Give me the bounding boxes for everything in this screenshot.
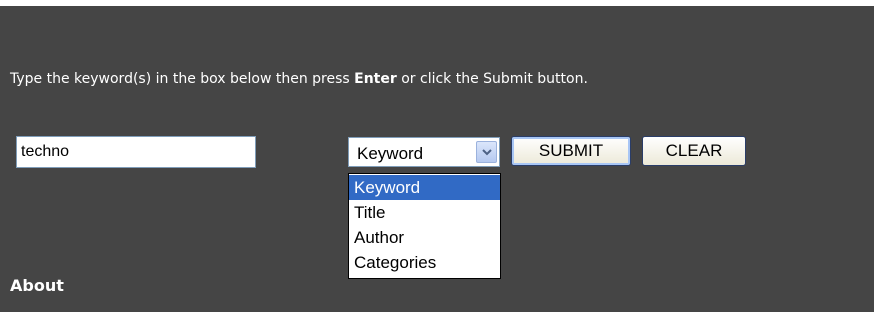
- dropdown-arrow-button[interactable]: [476, 141, 497, 163]
- instructions-text-end: or click the Submit button.: [396, 71, 588, 87]
- dropdown-option-title[interactable]: Title: [349, 200, 500, 225]
- search-input[interactable]: [16, 136, 256, 168]
- search-type-dropdown-list: Keyword Title Author Categories: [348, 173, 501, 279]
- clear-button[interactable]: CLEAR: [642, 136, 746, 166]
- search-type-select[interactable]: Keyword: [348, 137, 500, 167]
- instructions-enter-key: Enter: [354, 71, 397, 87]
- chevron-down-icon: [482, 149, 492, 156]
- dropdown-option-keyword[interactable]: Keyword: [349, 175, 500, 200]
- instructions-text-start: Type the keyword(s) in the box below the…: [10, 71, 355, 87]
- submit-button[interactable]: SUBMIT: [511, 136, 631, 166]
- dropdown-option-author[interactable]: Author: [349, 225, 500, 250]
- content-panel: Type the keyword(s) in the box below the…: [0, 6, 874, 312]
- search-type-selected-value: Keyword: [357, 144, 424, 163]
- about-heading: About: [10, 276, 64, 295]
- dropdown-option-categories[interactable]: Categories: [349, 250, 500, 275]
- search-instructions: Type the keyword(s) in the box below the…: [10, 71, 588, 87]
